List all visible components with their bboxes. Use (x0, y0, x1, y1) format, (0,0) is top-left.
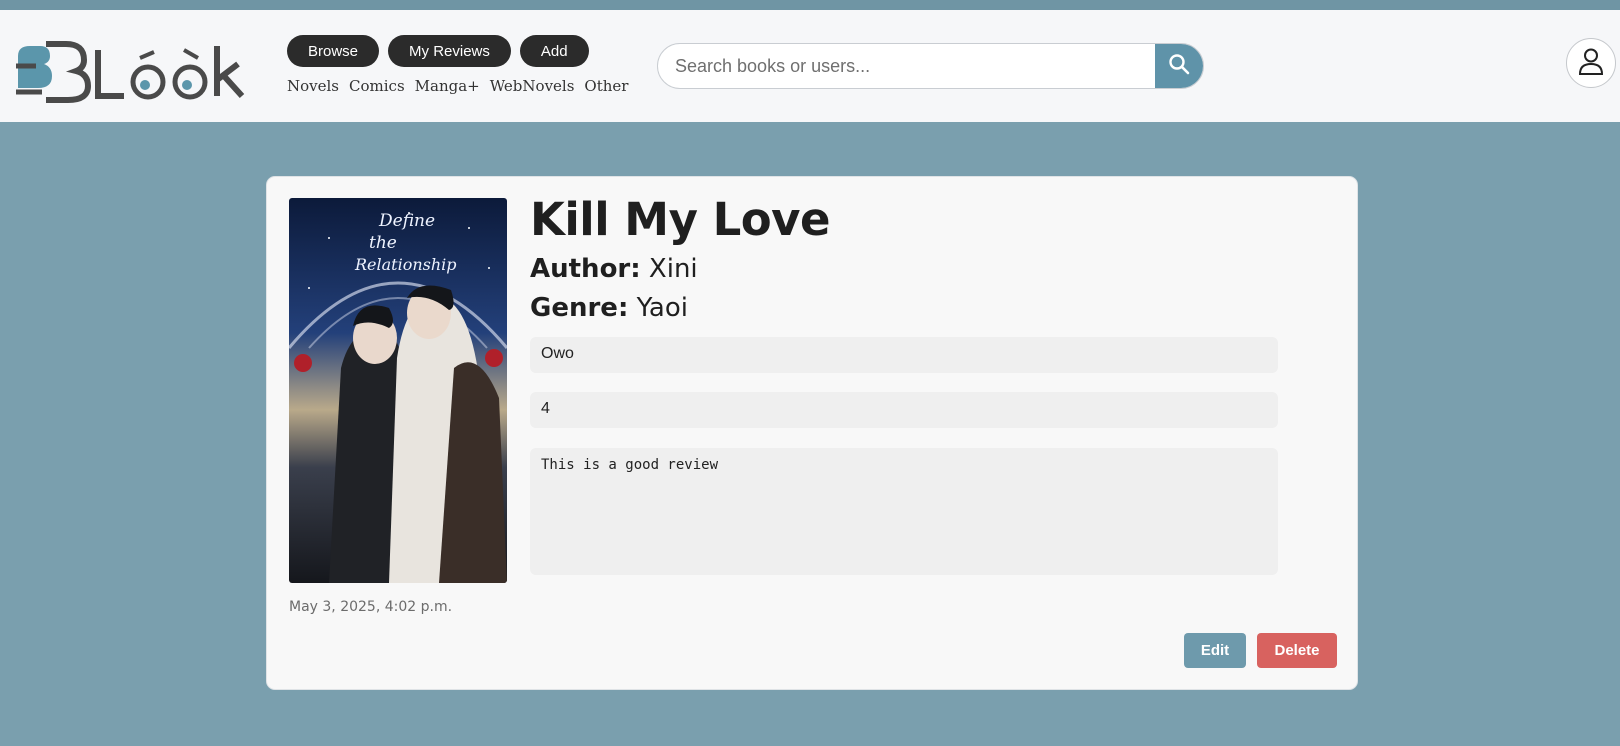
category-manga-link[interactable]: Manga+ (415, 77, 480, 95)
add-button[interactable]: Add (519, 35, 589, 67)
category-comics-link[interactable]: Comics (349, 77, 405, 95)
category-webnovels-link[interactable]: WebNovels (490, 77, 575, 95)
category-other-link[interactable]: Other (584, 77, 628, 95)
user-profile-icon (1578, 47, 1604, 80)
search-icon (1168, 53, 1190, 80)
profile-button[interactable] (1566, 38, 1616, 88)
book-title: Kill My Love (530, 193, 831, 246)
rating-field[interactable]: 4 (530, 392, 1278, 428)
review-card: Define the Relationship Kill My Love Aut… (266, 176, 1358, 690)
main-nav: Browse My Reviews Add (287, 35, 589, 67)
search-input[interactable] (658, 44, 1156, 88)
genre-value: Yaoi (636, 293, 688, 323)
genre-label: Genre: (530, 293, 629, 323)
category-links: Novels Comics Manga+ WebNovels Other (287, 77, 628, 95)
edit-button[interactable]: Edit (1184, 633, 1246, 668)
browse-button[interactable]: Browse (287, 35, 380, 67)
review-date: May 3, 2025, 4:02 p.m. (289, 599, 453, 615)
site-header: Browse My Reviews Add Novels Comics Mang… (0, 10, 1620, 122)
svg-text:Relationship: Relationship (354, 255, 457, 274)
top-strip (0, 0, 1620, 10)
author-line: Author: Xini (530, 254, 698, 284)
search-button[interactable] (1155, 44, 1203, 88)
site-logo[interactable] (12, 36, 248, 106)
author-value: Xini (648, 254, 698, 284)
author-label: Author: (530, 254, 641, 284)
book-cover-image: Define the Relationship (289, 198, 507, 583)
delete-button[interactable]: Delete (1257, 633, 1337, 668)
category-novels-link[interactable]: Novels (287, 77, 339, 95)
my-reviews-button[interactable]: My Reviews (388, 35, 511, 67)
genre-line: Genre: Yaoi (530, 293, 688, 323)
search-bar (657, 43, 1204, 89)
review-title-field[interactable]: Owo (530, 337, 1278, 373)
svg-text:Define: Define (378, 211, 435, 231)
svg-text:the: the (369, 233, 397, 253)
review-text-field[interactable]: This is a good review (530, 448, 1278, 575)
